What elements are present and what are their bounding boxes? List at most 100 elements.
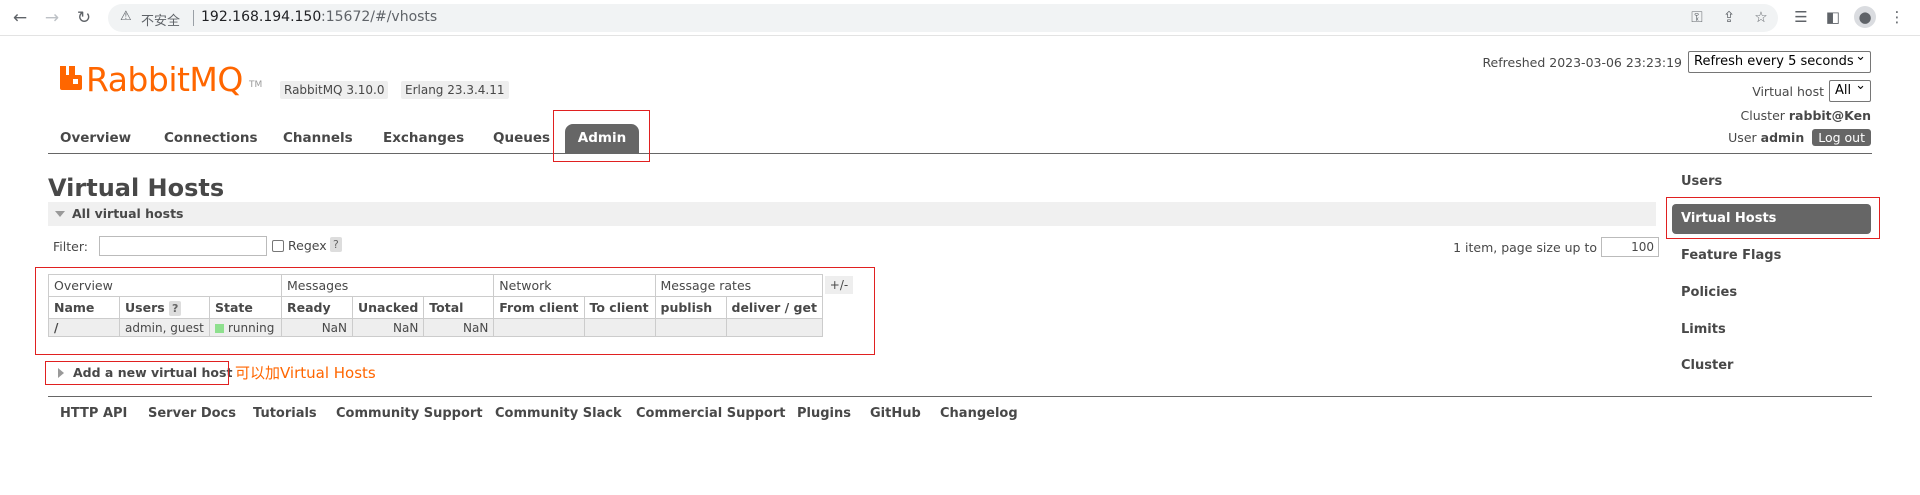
collapse-caret-icon	[55, 211, 65, 217]
col-state: State	[209, 296, 282, 319]
users-help-badge[interactable]: ?	[169, 300, 182, 316]
tab-connections[interactable]: Connections	[152, 124, 270, 154]
reading-list-icon[interactable]: ☰	[1790, 6, 1812, 28]
warning-icon[interactable]: ⚠	[120, 9, 132, 24]
browser-toolbar: ← → ↻ ⚠ 不安全 192.168.194.150 :15672/#/vho…	[0, 0, 1920, 36]
insecure-label[interactable]: 不安全	[141, 10, 180, 29]
cell-ready: NaN	[281, 318, 353, 337]
col-name[interactable]: Name	[48, 296, 120, 319]
group-overview: Overview	[48, 274, 282, 297]
cell-from-client	[493, 318, 585, 337]
sidebar-item-virtual-hosts[interactable]: Virtual Hosts	[1672, 204, 1871, 234]
cluster-label: Cluster	[1740, 108, 1785, 123]
col-unacked[interactable]: Unacked	[351, 296, 425, 319]
col-from-client[interactable]: From client	[493, 296, 585, 319]
tab-queues[interactable]: Queues	[481, 124, 562, 154]
regex-label: Regex	[288, 238, 327, 253]
footer-link-tutorials[interactable]: Tutorials	[253, 406, 317, 421]
cell-to-client	[583, 318, 656, 337]
tab-admin[interactable]: Admin	[565, 124, 639, 154]
sidebar-item-limits[interactable]: Limits	[1672, 315, 1872, 345]
column-toggle-button[interactable]: +/-	[825, 276, 853, 294]
logo-text: RabbitMQ	[86, 60, 243, 99]
page-title: Virtual Hosts	[48, 174, 225, 202]
reload-icon[interactable]: ↻	[72, 6, 96, 30]
user-label: User	[1728, 130, 1757, 145]
logo-trademark: TM	[249, 80, 263, 90]
cell-state-text: running	[228, 320, 275, 335]
footer-link-http-api[interactable]: HTTP API	[60, 406, 127, 421]
cell-unacked: NaN	[351, 318, 425, 337]
col-to-client[interactable]: To client	[583, 296, 656, 319]
virtual-hosts-table: Overview Messages Network Message rates …	[48, 274, 823, 337]
tab-overview[interactable]: Overview	[48, 124, 143, 154]
footer-link-server-docs[interactable]: Server Docs	[148, 406, 236, 421]
menu-icon[interactable]: ⋮	[1886, 6, 1908, 28]
group-messages: Messages	[280, 274, 495, 297]
cell-deliver-get	[725, 318, 823, 337]
section-header-all-virtual-hosts[interactable]: All virtual hosts	[48, 202, 1656, 226]
share-icon[interactable]: ⇪	[1718, 6, 1740, 28]
user-name: admin	[1760, 130, 1805, 145]
profile-icon[interactable]: ●	[1854, 6, 1876, 28]
table-row[interactable]: / admin, guest running NaN NaN NaN	[48, 318, 823, 337]
footer-link-community-support[interactable]: Community Support	[336, 406, 483, 421]
user-info: User admin Log out	[1728, 129, 1871, 146]
table-header: Name Users ? State Ready Unacked Total F…	[48, 296, 823, 319]
table-group-header: Overview Messages Network Message rates	[48, 274, 823, 297]
refresh-interval-select[interactable]: Refresh every 5 seconds	[1688, 49, 1871, 73]
regex-checkbox[interactable]	[272, 240, 284, 252]
col-deliver-get[interactable]: deliver / get	[725, 296, 823, 319]
col-ready[interactable]: Ready	[281, 296, 353, 319]
group-message-rates: Message rates	[654, 274, 823, 297]
sidebar-item-policies[interactable]: Policies	[1672, 278, 1872, 308]
cell-state: running	[209, 318, 282, 337]
sidebar-item-feature-flags[interactable]: Feature Flags	[1672, 241, 1872, 271]
logout-button[interactable]: Log out	[1812, 129, 1871, 146]
star-icon[interactable]: ☆	[1750, 6, 1772, 28]
footer-link-community-slack[interactable]: Community Slack	[495, 406, 622, 421]
regex-help-badge[interactable]: ?	[330, 237, 342, 252]
url-path[interactable]: :15672/#/vhosts	[321, 9, 437, 25]
running-status-icon	[215, 323, 224, 333]
address-bar[interactable]: ⚠ 不安全 192.168.194.150 :15672/#/vhosts	[108, 4, 1778, 32]
pagination-info: 1 item, page size up to	[1453, 240, 1597, 255]
add-virtual-host-label: Add a new virtual host	[73, 365, 233, 380]
cluster-info: Cluster rabbit@Ken	[1741, 108, 1871, 123]
side-panel-icon[interactable]: ◧	[1822, 6, 1844, 28]
group-network: Network	[493, 274, 656, 297]
filter-label: Filter:	[53, 239, 88, 254]
tab-channels[interactable]: Channels	[271, 124, 365, 154]
cell-name[interactable]: /	[48, 318, 120, 337]
section-title: All virtual hosts	[72, 206, 184, 221]
footer-link-github[interactable]: GitHub	[870, 406, 921, 421]
tab-exchanges[interactable]: Exchanges	[371, 124, 476, 154]
col-publish[interactable]: publish	[654, 296, 727, 319]
filter-input[interactable]	[99, 236, 267, 256]
key-icon[interactable]: ⚿	[1686, 6, 1708, 28]
address-divider	[193, 10, 194, 26]
cluster-name: rabbit@Ken	[1788, 108, 1871, 123]
page-size-input[interactable]: 100	[1601, 237, 1659, 257]
footer-divider	[48, 396, 1872, 397]
forward-icon[interactable]: →	[40, 6, 64, 30]
refreshed-timestamp: Refreshed 2023-03-06 23:23:19	[1482, 55, 1682, 70]
sidebar-item-users[interactable]: Users	[1672, 167, 1872, 197]
virtual-host-select[interactable]: All	[1829, 78, 1871, 102]
add-virtual-host-toggle[interactable]: Add a new virtual host	[46, 361, 232, 385]
expand-caret-icon	[58, 368, 64, 378]
col-total[interactable]: Total	[423, 296, 495, 319]
cell-total: NaN	[423, 318, 495, 337]
footer-link-changelog[interactable]: Changelog	[940, 406, 1018, 421]
nav-divider	[48, 153, 1872, 154]
erlang-version: Erlang 23.3.4.11	[401, 81, 509, 99]
sidebar-item-cluster[interactable]: Cluster	[1672, 351, 1872, 381]
col-users-label: Users	[125, 299, 165, 315]
back-icon[interactable]: ←	[8, 6, 32, 30]
annotation-note: 可以加Virtual Hosts	[235, 364, 376, 382]
footer-link-plugins[interactable]: Plugins	[797, 406, 851, 421]
footer-link-commercial-support[interactable]: Commercial Support	[636, 406, 786, 421]
cell-users: admin, guest	[119, 318, 210, 337]
url-host[interactable]: 192.168.194.150	[201, 9, 321, 25]
virtual-host-label: Virtual host	[1752, 84, 1824, 99]
